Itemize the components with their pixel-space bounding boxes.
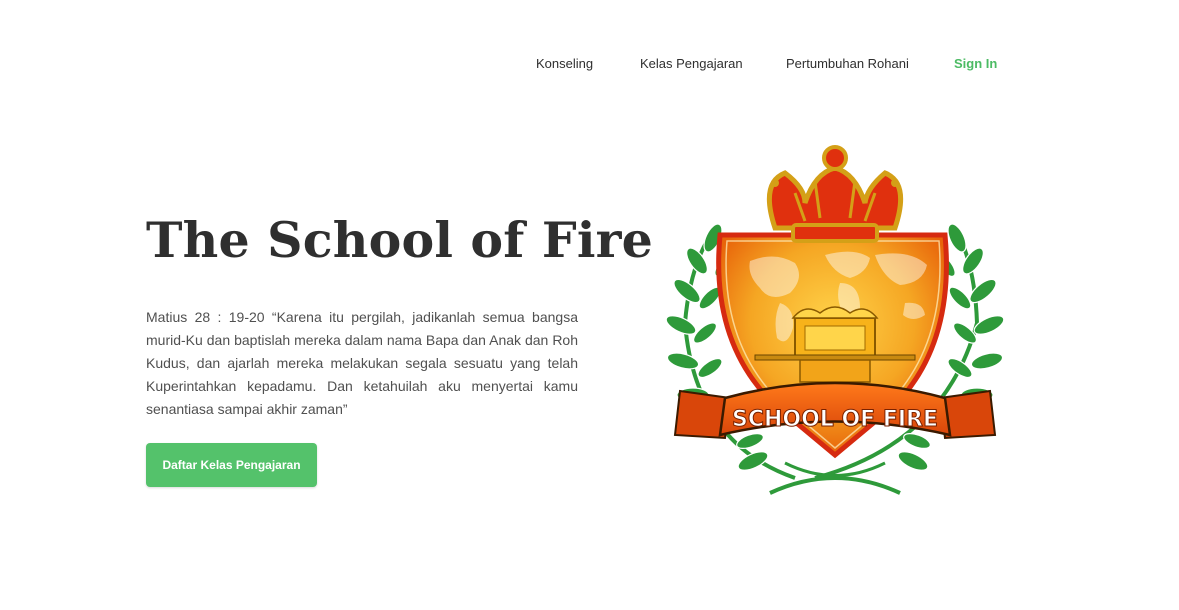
hero-title: The School of Fire bbox=[146, 211, 654, 269]
school-of-fire-logo: SCHOOL OF FIRE bbox=[655, 143, 1015, 498]
banner-text: SCHOOL OF FIRE bbox=[732, 407, 938, 432]
crown-graphic bbox=[766, 145, 904, 243]
school-of-fire-emblem: SCHOOL OF FIRE bbox=[665, 145, 1005, 495]
nav-link-konseling[interactable]: Konseling bbox=[536, 54, 593, 74]
top-navigation: Konseling Kelas Pengajaran Pertumbuhan R… bbox=[0, 54, 1179, 74]
hero-verse-text: Matius 28 : 19-20 “Karena itu pergilah, … bbox=[146, 309, 578, 417]
register-class-button[interactable]: Daftar Kelas Pengajaran bbox=[146, 443, 317, 487]
nav-link-pertumbuhan-rohani[interactable]: Pertumbuhan Rohani bbox=[786, 54, 909, 74]
sign-in-link[interactable]: Sign In bbox=[954, 54, 997, 74]
nav-link-kelas-pengajaran[interactable]: Kelas Pengajaran bbox=[640, 54, 743, 74]
